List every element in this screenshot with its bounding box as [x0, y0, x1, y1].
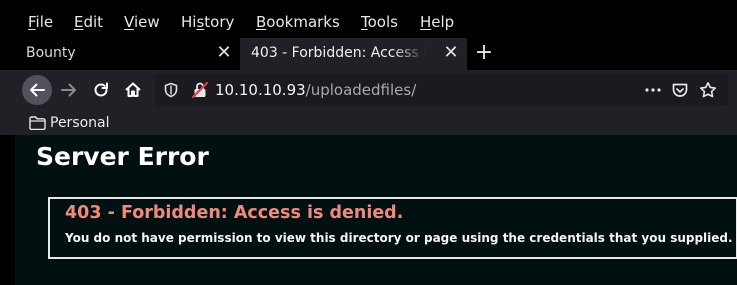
bookmarks-toolbar: Personal — [0, 110, 737, 135]
back-button[interactable] — [22, 75, 52, 105]
reload-icon — [94, 82, 108, 97]
url-path: /uploadedfiles/ — [305, 81, 417, 99]
folder-icon — [29, 115, 46, 130]
navigation-toolbar: 10.10.10.93/uploadedfiles/ — [0, 70, 737, 110]
bookmark-star-icon[interactable] — [699, 81, 717, 99]
menu-bar: File Edit View History Bookmarks Tools H… — [0, 0, 737, 38]
bookmark-label: Personal — [50, 114, 110, 131]
error-box: 403 - Forbidden: Access is denied. You d… — [48, 197, 737, 259]
tab-strip: Bounty ✕ 403 - Forbidden: Access is deni… — [0, 38, 737, 70]
menu-help-accel: H — [420, 13, 432, 31]
menu-view[interactable]: View — [124, 13, 160, 31]
new-tab-button[interactable]: + — [473, 38, 495, 68]
menu-edit[interactable]: Edit — [74, 13, 103, 31]
forward-button[interactable] — [54, 75, 84, 105]
page-content: Server Error 403 - Forbidden: Access is … — [15, 135, 737, 285]
menu-bookmarks-label: ookmarks — [266, 13, 340, 31]
url-text[interactable]: 10.10.10.93/uploadedfiles/ — [215, 74, 416, 106]
tab-bounty[interactable]: Bounty ✕ — [15, 38, 240, 70]
close-icon[interactable]: ✕ — [216, 38, 232, 68]
url-host: 10.10.10.93 — [215, 81, 306, 99]
menu-tools-accel: T — [361, 13, 368, 31]
menu-edit-label: dit — [83, 13, 104, 31]
forward-icon — [61, 83, 76, 97]
menu-view-label: iew — [133, 13, 160, 31]
menu-tools[interactable]: Tools — [361, 13, 398, 31]
back-icon — [30, 83, 45, 97]
tab-title: 403 - Forbidden: Access is denied. — [251, 45, 427, 61]
home-icon — [125, 82, 141, 97]
menu-bookmarks-accel: B — [256, 13, 267, 31]
tab-forbidden[interactable]: 403 - Forbidden: Access is denied. ✕ — [240, 38, 467, 70]
page-actions-icon[interactable] — [644, 82, 662, 98]
menu-view-accel: V — [124, 13, 134, 31]
tab-title: Bounty — [26, 45, 76, 61]
menu-tools-label: ools — [367, 13, 398, 31]
menu-help-label: elp — [431, 13, 455, 31]
menu-history-pre: Hi — [181, 13, 197, 31]
page-title: Server Error — [36, 142, 209, 171]
menu-file[interactable]: File — [28, 13, 53, 31]
insecure-lock-icon[interactable] — [191, 81, 209, 99]
error-heading: 403 - Forbidden: Access is denied. — [65, 203, 404, 223]
menu-file-label: ile — [35, 13, 54, 31]
error-message: You do not have permission to view this … — [65, 231, 733, 245]
close-icon[interactable]: ✕ — [443, 38, 459, 68]
menu-history[interactable]: History — [181, 13, 234, 31]
menu-history-label: tory — [204, 13, 235, 31]
menu-help[interactable]: Help — [420, 13, 454, 31]
menu-bookmarks[interactable]: Bookmarks — [256, 13, 340, 31]
bookmark-folder-personal[interactable]: Personal — [29, 110, 110, 135]
home-button[interactable] — [118, 75, 148, 105]
shield-icon[interactable] — [163, 82, 179, 98]
url-bar[interactable]: 10.10.10.93/uploadedfiles/ — [155, 74, 728, 106]
reload-button[interactable] — [86, 75, 116, 105]
pocket-icon[interactable] — [671, 81, 689, 99]
menu-file-accel: F — [28, 13, 36, 31]
